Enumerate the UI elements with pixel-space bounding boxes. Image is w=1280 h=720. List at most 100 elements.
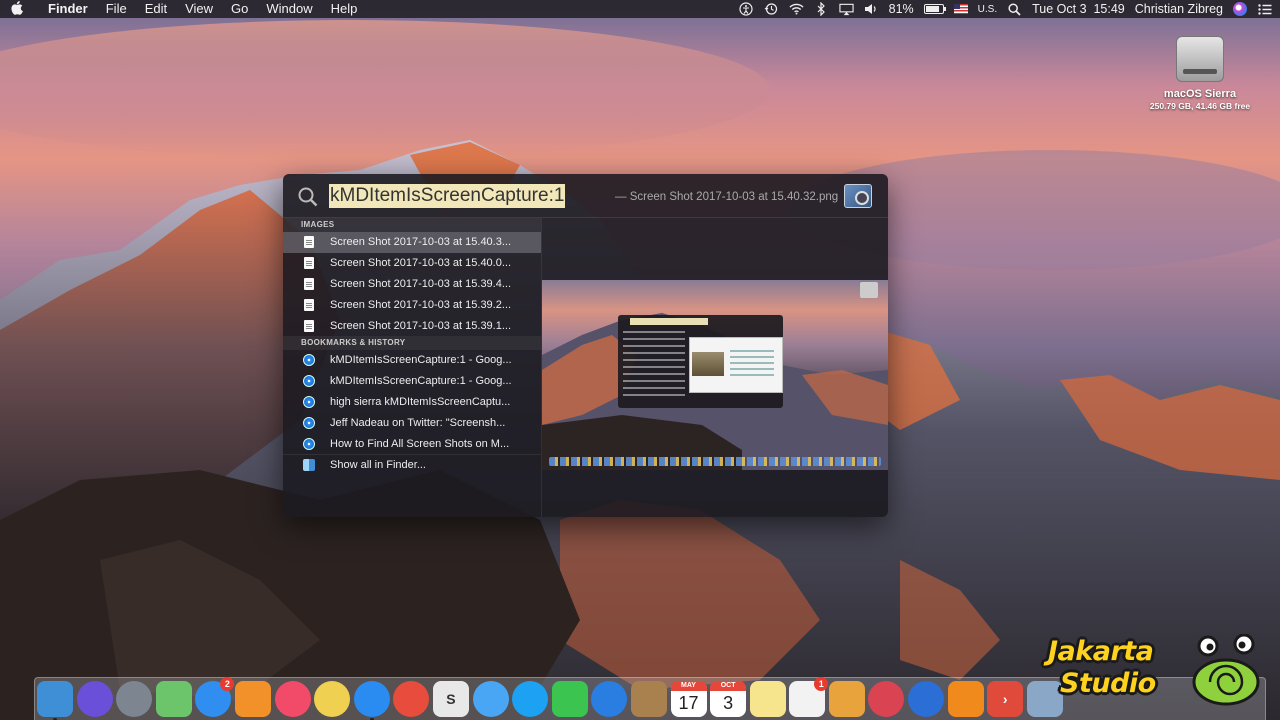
result-label: kMDItemIsScreenCapture:1 - Goog... (330, 375, 512, 388)
dock-siri-icon[interactable] (76, 681, 113, 717)
dock-maps-icon[interactable] (155, 681, 192, 717)
preview-spotlight-window (618, 315, 783, 408)
dock-reminders-icon[interactable]: 1 (789, 677, 829, 717)
dock-finder-icon[interactable] (37, 681, 73, 720)
dock-directions-icon[interactable] (591, 681, 628, 717)
section-header-images: IMAGES (283, 218, 541, 232)
dock-badge: 2 (220, 677, 235, 691)
user-name[interactable]: Christian Zibreg (1135, 2, 1223, 16)
dock-itunes-icon[interactable] (274, 681, 311, 717)
show-all-in-finder[interactable]: Show all in Finder... (283, 453, 541, 475)
result-row-image[interactable]: Screen Shot 2017-10-03 at 15.39.4... (283, 274, 541, 295)
apple-menu-icon[interactable] (0, 0, 34, 18)
preview-inner-window (689, 337, 783, 393)
jakarta-studio-watermark: Jakarta Studio (1048, 630, 1268, 710)
dock-photos-icon[interactable] (314, 681, 351, 717)
dock-messages-bubble-icon[interactable] (472, 681, 509, 717)
menu-go[interactable]: Go (222, 0, 257, 18)
safari-icon (303, 354, 315, 367)
accessibility-icon[interactable] (739, 2, 754, 16)
dock-lips-app-icon[interactable] (868, 681, 905, 717)
menu-file[interactable]: File (97, 0, 136, 18)
document-icon (304, 236, 314, 249)
result-row-bookmark[interactable]: How to Find All Screen Shots on M... (283, 433, 541, 454)
dock-preview-icon[interactable] (828, 681, 865, 717)
siri-icon[interactable] (1233, 2, 1247, 16)
dock-chrome-icon[interactable] (393, 681, 430, 717)
preview-dock (549, 457, 881, 466)
section-header-bookmarks-history: BOOKMARKS & HISTORY (283, 335, 541, 350)
dock-twitter-icon[interactable] (512, 681, 549, 717)
spotlight-results-list: IMAGES Screen Shot 2017-10-03 at 15.40.3… (283, 218, 541, 517)
dock-pdf-app-icon[interactable]: › (987, 681, 1024, 717)
menu-window[interactable]: Window (257, 0, 321, 18)
spotlight-search-input[interactable]: kMDItemIsScreenCapture:1 (329, 184, 566, 208)
preview-query (630, 318, 708, 325)
dock-facetime-icon[interactable] (551, 681, 588, 717)
spotlight-top-hit-suggestion: — Screen Shot 2017-10-03 at 15.40.32.png (615, 191, 839, 203)
dock-badge: 1 (814, 677, 829, 691)
result-row-bookmark[interactable]: Jeff Nadeau on Twitter: "Screensh... (283, 412, 541, 433)
result-row-image[interactable]: Screen Shot 2017-10-03 at 15.39.1... (283, 315, 541, 336)
result-label: Screen Shot 2017-10-03 at 15.39.2... (330, 298, 512, 311)
calendar-month: OCT (710, 681, 747, 691)
dock-calendar-icon[interactable]: MAY 17 (670, 681, 707, 717)
clock[interactable]: Tue Oct 3 15:49 (1032, 2, 1125, 16)
battery-percent[interactable]: 81% (889, 2, 914, 16)
dock-calendar-2-icon[interactable]: OCT 3 (710, 681, 747, 717)
menu-help[interactable]: Help (322, 0, 367, 18)
dock-stickies-icon[interactable] (749, 681, 786, 717)
document-icon (304, 257, 314, 270)
dock-app-store-icon[interactable]: 2 (195, 677, 235, 717)
volume-icon[interactable] (864, 2, 879, 16)
spotlight-search-bar: kMDItemIsScreenCapture:1 — Screen Shot 2… (283, 174, 888, 218)
dock-ibooks-icon[interactable] (234, 681, 271, 717)
dock-glyph: S (446, 691, 456, 707)
document-icon (304, 298, 314, 311)
result-row-image[interactable]: Screen Shot 2017-10-03 at 15.40.3... (283, 232, 541, 253)
dock-1password-icon[interactable] (908, 681, 945, 717)
spotlight-search-icon[interactable] (1007, 2, 1022, 16)
result-label: Screen Shot 2017-10-03 at 15.39.1... (330, 319, 512, 332)
calendar-day: 3 (723, 693, 734, 713)
preview-menu-bar (542, 275, 888, 280)
bluetooth-icon[interactable] (814, 2, 829, 16)
watermark-line-2: Studio (1060, 668, 1156, 699)
wifi-icon[interactable] (789, 2, 804, 16)
calendar-month: MAY (670, 681, 707, 691)
result-row-bookmark[interactable]: kMDItemIsScreenCapture:1 - Goog... (283, 371, 541, 392)
airplay-icon[interactable] (839, 2, 854, 16)
calendar-day: 17 (678, 693, 699, 713)
watermark-line-1: Jakarta (1048, 636, 1154, 667)
result-row-bookmark[interactable]: kMDItemIsScreenCapture:1 - Goog... (283, 350, 541, 371)
result-label: Screen Shot 2017-10-03 at 15.39.4... (330, 277, 512, 290)
drive-info: 250.79 GB, 41.46 GB free (1149, 101, 1251, 111)
result-label: Screen Shot 2017-10-03 at 15.40.3... (330, 236, 512, 249)
notification-center-icon[interactable] (1257, 2, 1272, 16)
result-label: high sierra kMDItemIsScreenCaptu... (330, 395, 511, 408)
menu-finder[interactable]: Finder (34, 0, 97, 18)
result-label: Screen Shot 2017-10-03 at 15.40.0... (330, 257, 512, 270)
safari-icon (303, 395, 315, 408)
dock-scrivener-icon[interactable]: S (432, 681, 469, 717)
menu-edit[interactable]: Edit (136, 0, 176, 18)
document-icon (304, 319, 314, 332)
result-label: Jeff Nadeau on Twitter: "Screensh... (330, 416, 506, 429)
preview-drive-icon (860, 282, 878, 298)
dock-vlc-icon[interactable] (947, 681, 984, 717)
menu-view[interactable]: View (176, 0, 222, 18)
dock-safari-icon[interactable] (353, 681, 390, 720)
dock-launchpad-icon[interactable] (116, 681, 153, 717)
time-machine-icon[interactable] (764, 2, 779, 16)
safari-icon (303, 416, 315, 429)
desktop-drive[interactable]: macOS Sierra 250.79 GB, 41.46 GB free (1140, 36, 1260, 111)
dock-notes-brown-icon[interactable] (630, 681, 667, 717)
spotlight-preview-pane (542, 218, 888, 517)
battery-icon[interactable] (923, 4, 946, 14)
result-row-bookmark[interactable]: high sierra kMDItemIsScreenCaptu... (283, 392, 541, 413)
result-row-image[interactable]: Screen Shot 2017-10-03 at 15.40.0... (283, 253, 541, 274)
us-flag-icon[interactable] (953, 4, 968, 14)
result-row-image[interactable]: Screen Shot 2017-10-03 at 15.39.2... (283, 294, 541, 315)
input-source-label[interactable]: U.S. (978, 4, 997, 15)
safari-icon (303, 437, 315, 450)
